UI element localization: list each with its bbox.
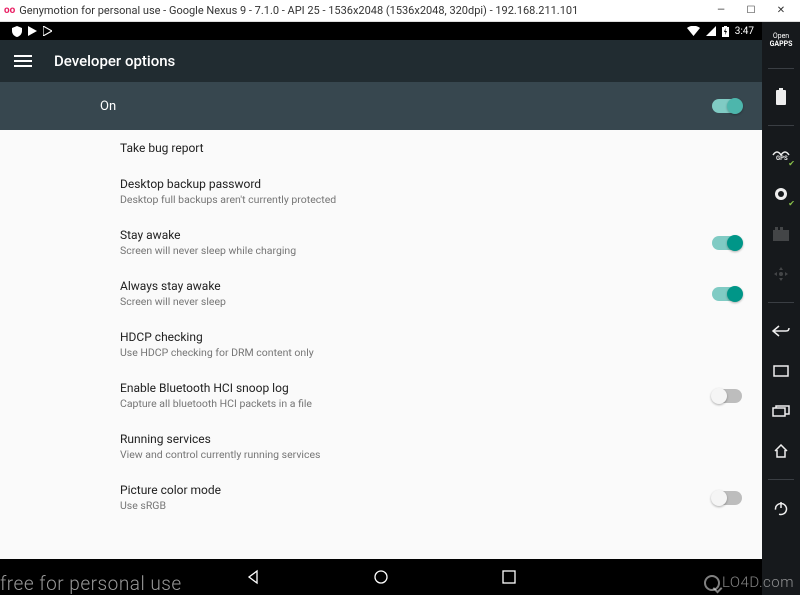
menu-icon[interactable] <box>14 55 32 67</box>
watermark-text: free for personal use <box>0 572 182 595</box>
nav-recents-icon[interactable] <box>769 359 793 383</box>
gps-widget-icon[interactable]: GPS ✔ <box>769 142 793 166</box>
svg-text:GPS: GPS <box>776 155 788 161</box>
window-title: Genymotion for personal use - Google Nex… <box>19 4 706 17</box>
setting-hdcp-checking[interactable]: HDCP checking Use HDCP checking for DRM … <box>0 319 762 370</box>
watermark-source: LO4D.com <box>704 573 794 591</box>
master-toggle-label: On <box>100 99 712 114</box>
toggle-switch[interactable] <box>712 287 742 301</box>
shield-icon <box>12 26 22 37</box>
toggle-switch[interactable] <box>712 491 742 505</box>
remote-widget-icon[interactable] <box>769 262 793 286</box>
toggle-switch[interactable] <box>712 236 742 250</box>
setting-subtitle: Screen will never sleep while charging <box>120 244 712 257</box>
maximize-button[interactable]: ☐ <box>736 1 766 21</box>
emulator-screen: 3:47 Developer options On Take bug repor… <box>0 22 762 595</box>
setting-title: Stay awake <box>120 228 712 242</box>
play-icon <box>28 26 37 37</box>
setting-desktop-backup-password[interactable]: Desktop backup password Desktop full bac… <box>0 166 762 217</box>
setting-subtitle: Desktop full backups aren't currently pr… <box>120 193 742 206</box>
setting-subtitle: Capture all bluetooth HCI packets in a f… <box>120 397 712 410</box>
setting-bluetooth-hci-snoop[interactable]: Enable Bluetooth HCI snoop log Capture a… <box>0 370 762 421</box>
settings-list[interactable]: Take bug report Desktop backup password … <box>0 130 762 559</box>
app-toolbar: Developer options <box>0 40 762 82</box>
setting-subtitle: View and control currently running servi… <box>120 448 742 461</box>
signal-icon <box>706 26 716 36</box>
setting-stay-awake[interactable]: Stay awake Screen will never sleep while… <box>0 217 762 268</box>
page-title: Developer options <box>54 52 175 70</box>
power-icon[interactable] <box>769 496 793 520</box>
back-button[interactable] <box>244 568 262 586</box>
battery-icon <box>722 26 729 37</box>
battery-widget-icon[interactable] <box>769 85 793 109</box>
nav-multiwindow-icon[interactable] <box>769 399 793 423</box>
toggle-switch[interactable] <box>712 389 742 403</box>
wifi-icon <box>687 26 700 36</box>
setting-title: HDCP checking <box>120 330 742 344</box>
setting-picture-color-mode[interactable]: Picture color mode Use sRGB <box>0 472 762 523</box>
genymotion-sidebar: OpenGAPPS GPS ✔ ✔ <box>762 22 800 595</box>
camera-widget-icon[interactable]: ✔ <box>769 182 793 206</box>
window-controls: — ☐ ✕ <box>706 1 796 21</box>
setting-title: Take bug report <box>120 141 742 155</box>
setting-title: Picture color mode <box>120 483 712 497</box>
android-status-bar[interactable]: 3:47 <box>0 22 762 40</box>
setting-title: Desktop backup password <box>120 177 742 191</box>
setting-subtitle: Screen will never sleep <box>120 295 712 308</box>
capture-widget-icon[interactable] <box>769 222 793 246</box>
minimize-button[interactable]: — <box>706 1 736 21</box>
master-toggle-row[interactable]: On <box>0 82 762 130</box>
setting-title: Always stay awake <box>120 279 712 293</box>
close-button[interactable]: ✕ <box>766 1 796 21</box>
master-toggle-switch[interactable] <box>712 99 742 113</box>
setting-subtitle: Use HDCP checking for DRM content only <box>120 346 742 359</box>
opengapps-button[interactable]: OpenGAPPS <box>769 28 793 52</box>
nav-home-icon[interactable] <box>769 439 793 463</box>
recents-button[interactable] <box>500 568 518 586</box>
status-clock: 3:47 <box>735 26 754 37</box>
setting-running-services[interactable]: Running services View and control curren… <box>0 421 762 472</box>
setting-always-stay-awake[interactable]: Always stay awake Screen will never slee… <box>0 268 762 319</box>
nav-back-icon[interactable] <box>769 319 793 343</box>
genymotion-logo-icon: oo <box>4 5 15 16</box>
setting-title: Running services <box>120 432 742 446</box>
home-button[interactable] <box>372 568 390 586</box>
setting-take-bug-report[interactable]: Take bug report <box>0 130 762 166</box>
window-titlebar: oo Genymotion for personal use - Google … <box>0 0 800 22</box>
setting-title: Enable Bluetooth HCI snoop log <box>120 381 712 395</box>
setting-subtitle: Use sRGB <box>120 499 712 512</box>
play-outline-icon <box>43 26 52 37</box>
